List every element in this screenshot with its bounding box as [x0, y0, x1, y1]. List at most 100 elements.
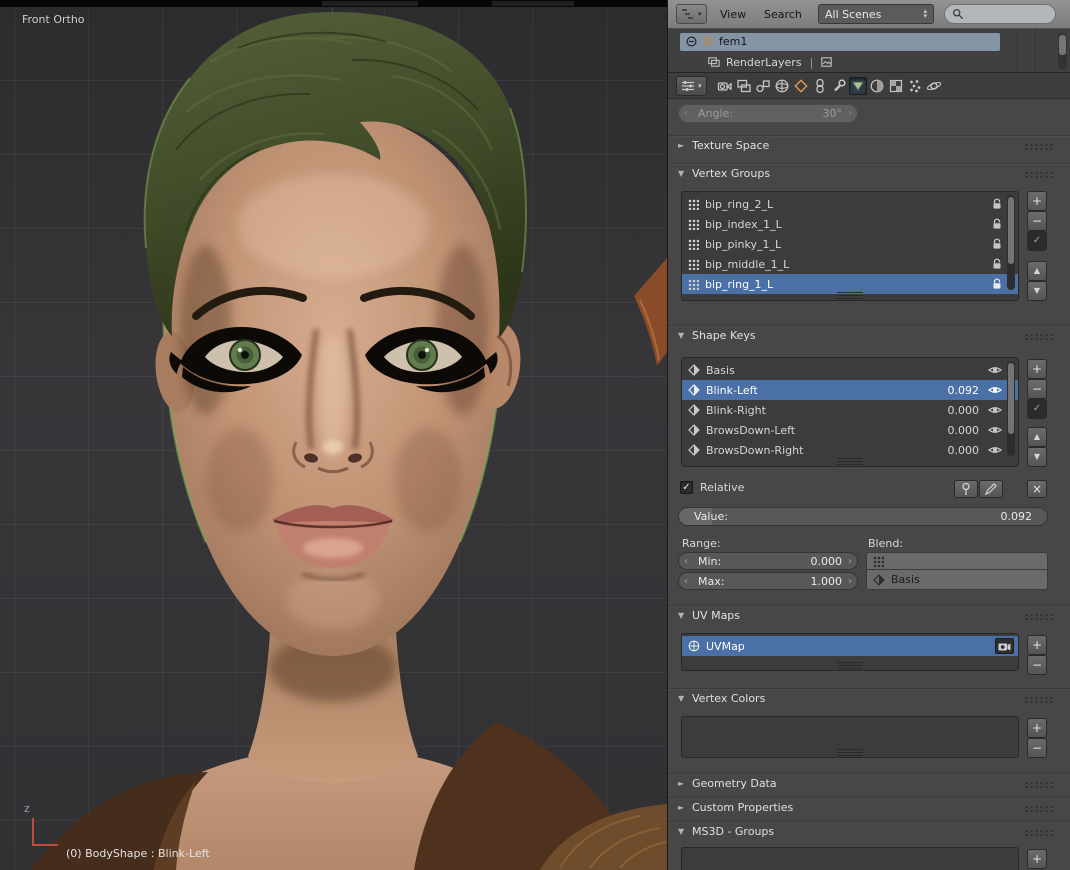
vertex-group-row[interactable]: bip_middle_1_L	[682, 254, 1018, 274]
uv-map-row-selected[interactable]: UVMap	[682, 636, 1018, 656]
eye-visibility-icon[interactable]	[988, 445, 1002, 455]
increment-arrow-icon[interactable]: ›	[848, 553, 852, 569]
decrement-arrow-icon[interactable]: ‹	[684, 105, 688, 122]
blend-basis-dropdown[interactable]: Basis	[866, 570, 1048, 590]
panel-drag-grip[interactable]	[1024, 143, 1054, 151]
eye-visibility-icon[interactable]	[988, 365, 1002, 375]
list-resize-grip[interactable]	[837, 662, 863, 669]
eye-visibility-icon[interactable]	[988, 425, 1002, 435]
clear-shape-keys-button[interactable]: ×	[1027, 480, 1047, 498]
render-active-button[interactable]	[995, 638, 1014, 654]
collapse-arrow-icon[interactable]: ▼	[678, 694, 684, 703]
tab-object-data[interactable]	[849, 77, 867, 95]
female-head-model[interactable]	[0, 0, 667, 870]
collapse-arrow-icon[interactable]: ►	[678, 779, 684, 788]
lock-icon[interactable]	[992, 278, 1002, 290]
remove-vertex-color-button[interactable]: −	[1027, 738, 1047, 758]
shape-key-specials-button[interactable]: ✓	[1027, 399, 1047, 419]
tab-object[interactable]	[792, 77, 810, 95]
add-uv-map-button[interactable]: +	[1027, 635, 1047, 655]
range-min-field[interactable]: ‹ Min: 0.000 ›	[678, 552, 858, 570]
collapse-arrow-icon[interactable]: ►	[678, 803, 684, 812]
shape-key-row[interactable]: Basis	[682, 360, 1018, 380]
panel-header-vertex-colors[interactable]: ▼ Vertex Colors	[668, 688, 1070, 708]
blend-vertex-group-selector[interactable]	[866, 552, 1048, 570]
shape-key-lock-button[interactable]	[954, 480, 978, 498]
angle-slider[interactable]: ‹ Angle: 30° ›	[678, 104, 858, 123]
panel-drag-grip[interactable]	[1024, 171, 1054, 179]
scrollbar-thumb[interactable]	[1008, 363, 1014, 435]
panel-drag-grip[interactable]	[1024, 781, 1054, 789]
remove-vertex-group-button[interactable]: −	[1027, 211, 1047, 231]
lock-icon[interactable]	[992, 238, 1002, 250]
tab-physics[interactable]	[925, 77, 943, 95]
collapse-arrow-icon[interactable]: ▼	[678, 169, 684, 178]
move-vertex-group-down-button[interactable]: ▼	[1027, 281, 1047, 301]
panel-header-uv-maps[interactable]: ▼ UV Maps	[668, 605, 1070, 625]
range-max-field[interactable]: ‹ Max: 1.000 ›	[678, 572, 858, 590]
tab-particles[interactable]	[906, 77, 924, 95]
collapse-arrow-icon[interactable]: ▼	[678, 611, 684, 620]
increment-arrow-icon[interactable]: ›	[848, 105, 852, 122]
remove-uv-map-button[interactable]: −	[1027, 655, 1047, 675]
list-scrollbar[interactable]	[1007, 195, 1015, 290]
lock-icon[interactable]	[992, 218, 1002, 230]
scrollbar-thumb[interactable]	[1059, 35, 1066, 55]
panel-header-custom-properties[interactable]: ► Custom Properties	[668, 797, 1070, 817]
panel-drag-grip[interactable]	[1024, 333, 1054, 341]
tab-world[interactable]	[773, 77, 791, 95]
vertex-group-specials-button[interactable]: ✓	[1027, 231, 1047, 251]
increment-arrow-icon[interactable]: ›	[848, 573, 852, 589]
add-vertex-group-button[interactable]: +	[1027, 191, 1047, 211]
move-shape-key-up-button[interactable]: ▲	[1027, 427, 1047, 447]
shape-key-value-slider[interactable]: Value: 0.092	[678, 507, 1048, 526]
search-input[interactable]	[968, 7, 1048, 21]
tab-modifiers[interactable]	[830, 77, 848, 95]
add-shape-key-button[interactable]: +	[1027, 359, 1047, 379]
editor-type-button-properties[interactable]: ▾	[676, 76, 707, 96]
panel-header-shape-keys[interactable]: ▼ Shape Keys	[668, 325, 1070, 345]
remove-shape-key-button[interactable]: −	[1027, 379, 1047, 399]
3d-viewport[interactable]: Front Ortho z (0) BodyShape : Blink-Left	[0, 0, 667, 870]
shape-key-row[interactable]: Blink-Right 0.000	[682, 400, 1018, 420]
scrollbar-thumb[interactable]	[1008, 197, 1014, 264]
panel-header-vertex-groups[interactable]: ▼ Vertex Groups	[668, 163, 1070, 183]
list-scrollbar[interactable]	[1007, 361, 1015, 456]
panel-drag-grip[interactable]	[1024, 696, 1054, 704]
collapse-arrow-icon[interactable]: ▼	[678, 331, 684, 340]
panel-drag-grip[interactable]	[1024, 829, 1054, 837]
add-ms3d-group-button[interactable]: +	[1027, 849, 1047, 869]
move-shape-key-down-button[interactable]: ▼	[1027, 447, 1047, 467]
tab-render-layers[interactable]	[735, 77, 753, 95]
shape-key-row[interactable]: BrowsDown-Left 0.000	[682, 420, 1018, 440]
move-vertex-group-up-button[interactable]: ▲	[1027, 261, 1047, 281]
collapse-arrow-icon[interactable]: ►	[678, 141, 684, 150]
shape-key-row[interactable]: BrowsDown-Right 0.000	[682, 440, 1018, 460]
panel-drag-grip[interactable]	[1024, 613, 1054, 621]
vertex-group-row-selected[interactable]: bip_ring_1_L	[682, 274, 1018, 294]
lock-icon[interactable]	[992, 258, 1002, 270]
menu-search[interactable]: Search	[764, 8, 802, 21]
vertex-group-row[interactable]: bip_ring_2_L	[682, 194, 1018, 214]
list-resize-grip[interactable]	[837, 749, 863, 756]
lock-icon[interactable]	[992, 198, 1002, 210]
vertex-group-row[interactable]: bip_pinky_1_L	[682, 234, 1018, 254]
list-resize-grip[interactable]	[837, 292, 863, 299]
tab-constraints[interactable]	[811, 77, 829, 95]
outliner-row-renderlayers[interactable]: RenderLayers |	[668, 52, 1070, 72]
eye-visibility-icon[interactable]	[988, 405, 1002, 415]
tab-texture[interactable]	[887, 77, 905, 95]
eye-visibility-icon[interactable]	[988, 385, 1002, 395]
outliner-scrollbar[interactable]	[1058, 33, 1067, 70]
panel-header-geometry-data[interactable]: ► Geometry Data	[668, 773, 1070, 793]
decrement-arrow-icon[interactable]: ‹	[684, 553, 688, 569]
list-resize-grip[interactable]	[837, 458, 863, 465]
shape-key-edit-mode-button[interactable]	[979, 480, 1003, 498]
shape-key-row-selected[interactable]: Blink-Left 0.092	[682, 380, 1018, 400]
tab-scene[interactable]	[754, 77, 772, 95]
outliner-search-box[interactable]	[944, 4, 1056, 24]
tab-material[interactable]	[868, 77, 886, 95]
panel-header-texture-space[interactable]: ► Texture Space	[668, 135, 1070, 155]
panel-drag-grip[interactable]	[1024, 805, 1054, 813]
menu-view[interactable]: View	[720, 8, 746, 21]
